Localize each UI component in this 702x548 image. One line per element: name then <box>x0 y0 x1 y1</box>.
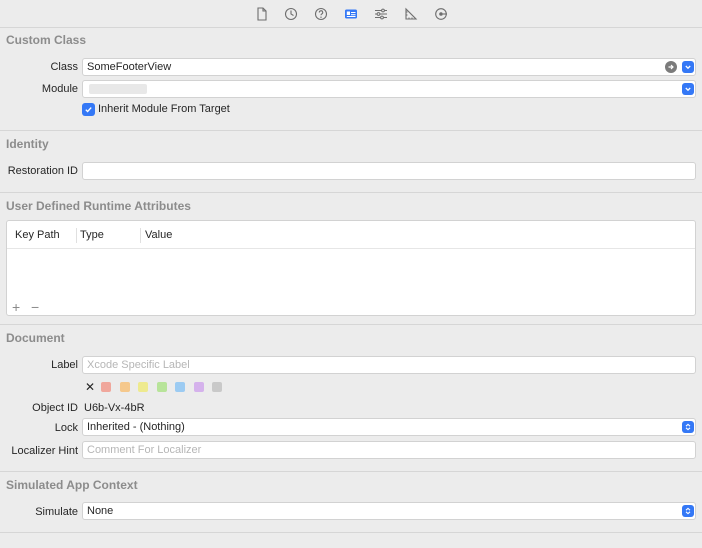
identity-inspector-icon[interactable] <box>342 5 360 23</box>
column-separator <box>76 228 77 243</box>
module-field[interactable] <box>82 80 696 98</box>
clear-label-color-icon[interactable]: ✕ <box>85 380 95 394</box>
class-field[interactable]: SomeFooterView <box>82 58 696 76</box>
label-color-swatch[interactable] <box>175 382 185 392</box>
label-color-swatch[interactable] <box>101 382 111 392</box>
localizer-hint-field[interactable]: Comment For Localizer <box>82 441 696 459</box>
column-header-key-path[interactable]: Key Path <box>15 229 60 241</box>
inherit-module-label: Inherit Module From Target <box>98 103 230 115</box>
lock-updown-chevron-icon[interactable] <box>682 421 694 433</box>
object-id-value: U6b-Vx-4bR <box>84 402 145 414</box>
simulate-value: None <box>87 505 114 517</box>
simulated-app-context-section-title: Simulated App Context <box>6 478 138 492</box>
section-divider <box>0 532 702 533</box>
column-header-type[interactable]: Type <box>80 229 104 241</box>
column-header-value[interactable]: Value <box>145 229 172 241</box>
simulate-updown-chevron-icon[interactable] <box>682 505 694 517</box>
runtime-attributes-table[interactable]: Key Path Type Value + − <box>6 220 696 316</box>
inherit-module-checkbox[interactable] <box>82 103 95 116</box>
simulate-label: Simulate <box>35 506 78 518</box>
navigate-arrow-icon[interactable] <box>665 61 677 73</box>
custom-class-section-title: Custom Class <box>6 33 87 47</box>
add-attribute-button[interactable]: + <box>12 300 20 314</box>
module-dropdown-chevron-icon[interactable] <box>682 83 694 95</box>
section-divider <box>0 471 702 472</box>
history-icon[interactable] <box>282 5 300 23</box>
redacted-module-value <box>89 84 147 94</box>
help-icon[interactable] <box>312 5 330 23</box>
section-divider <box>0 324 702 325</box>
file-icon[interactable] <box>253 5 271 23</box>
localizer-hint-label: Localizer Hint <box>11 445 78 457</box>
object-id-label: Object ID <box>32 402 78 414</box>
simulate-popup[interactable]: None <box>82 502 696 520</box>
remove-attribute-button[interactable]: − <box>31 300 39 314</box>
connections-icon[interactable] <box>432 5 450 23</box>
class-value: SomeFooterView <box>87 61 172 73</box>
identity-section-title: Identity <box>6 137 49 151</box>
restoration-id-label: Restoration ID <box>7 165 78 177</box>
label-color-swatch[interactable] <box>212 382 222 392</box>
label-color-swatch[interactable] <box>119 382 130 392</box>
label-color-swatch[interactable] <box>156 382 167 392</box>
lock-label: Lock <box>54 422 78 434</box>
xcode-label-placeholder: Xcode Specific Label <box>87 359 190 371</box>
section-divider <box>0 192 702 193</box>
attributes-icon[interactable] <box>372 5 390 23</box>
lock-value: Inherited - (Nothing) <box>87 421 185 433</box>
xcode-label-field[interactable]: Xcode Specific Label <box>82 356 696 374</box>
table-header-divider <box>7 248 695 249</box>
class-dropdown-chevron-icon[interactable] <box>682 61 694 73</box>
label-color-swatch[interactable] <box>193 382 204 392</box>
localizer-hint-placeholder: Comment For Localizer <box>87 444 202 456</box>
size-ruler-icon[interactable] <box>402 5 420 23</box>
lock-popup[interactable]: Inherited - (Nothing) <box>82 418 696 436</box>
restoration-id-field[interactable] <box>82 162 696 180</box>
section-divider <box>0 130 702 131</box>
label-color-swatch[interactable] <box>138 382 148 392</box>
label-label: Label <box>51 359 78 371</box>
module-label: Module <box>41 83 78 95</box>
runtime-attributes-section-title: User Defined Runtime Attributes <box>6 199 191 213</box>
document-section-title: Document <box>6 331 65 345</box>
column-separator <box>140 228 141 243</box>
class-label: Class <box>50 61 78 73</box>
inspector-toolbar <box>0 0 702 28</box>
